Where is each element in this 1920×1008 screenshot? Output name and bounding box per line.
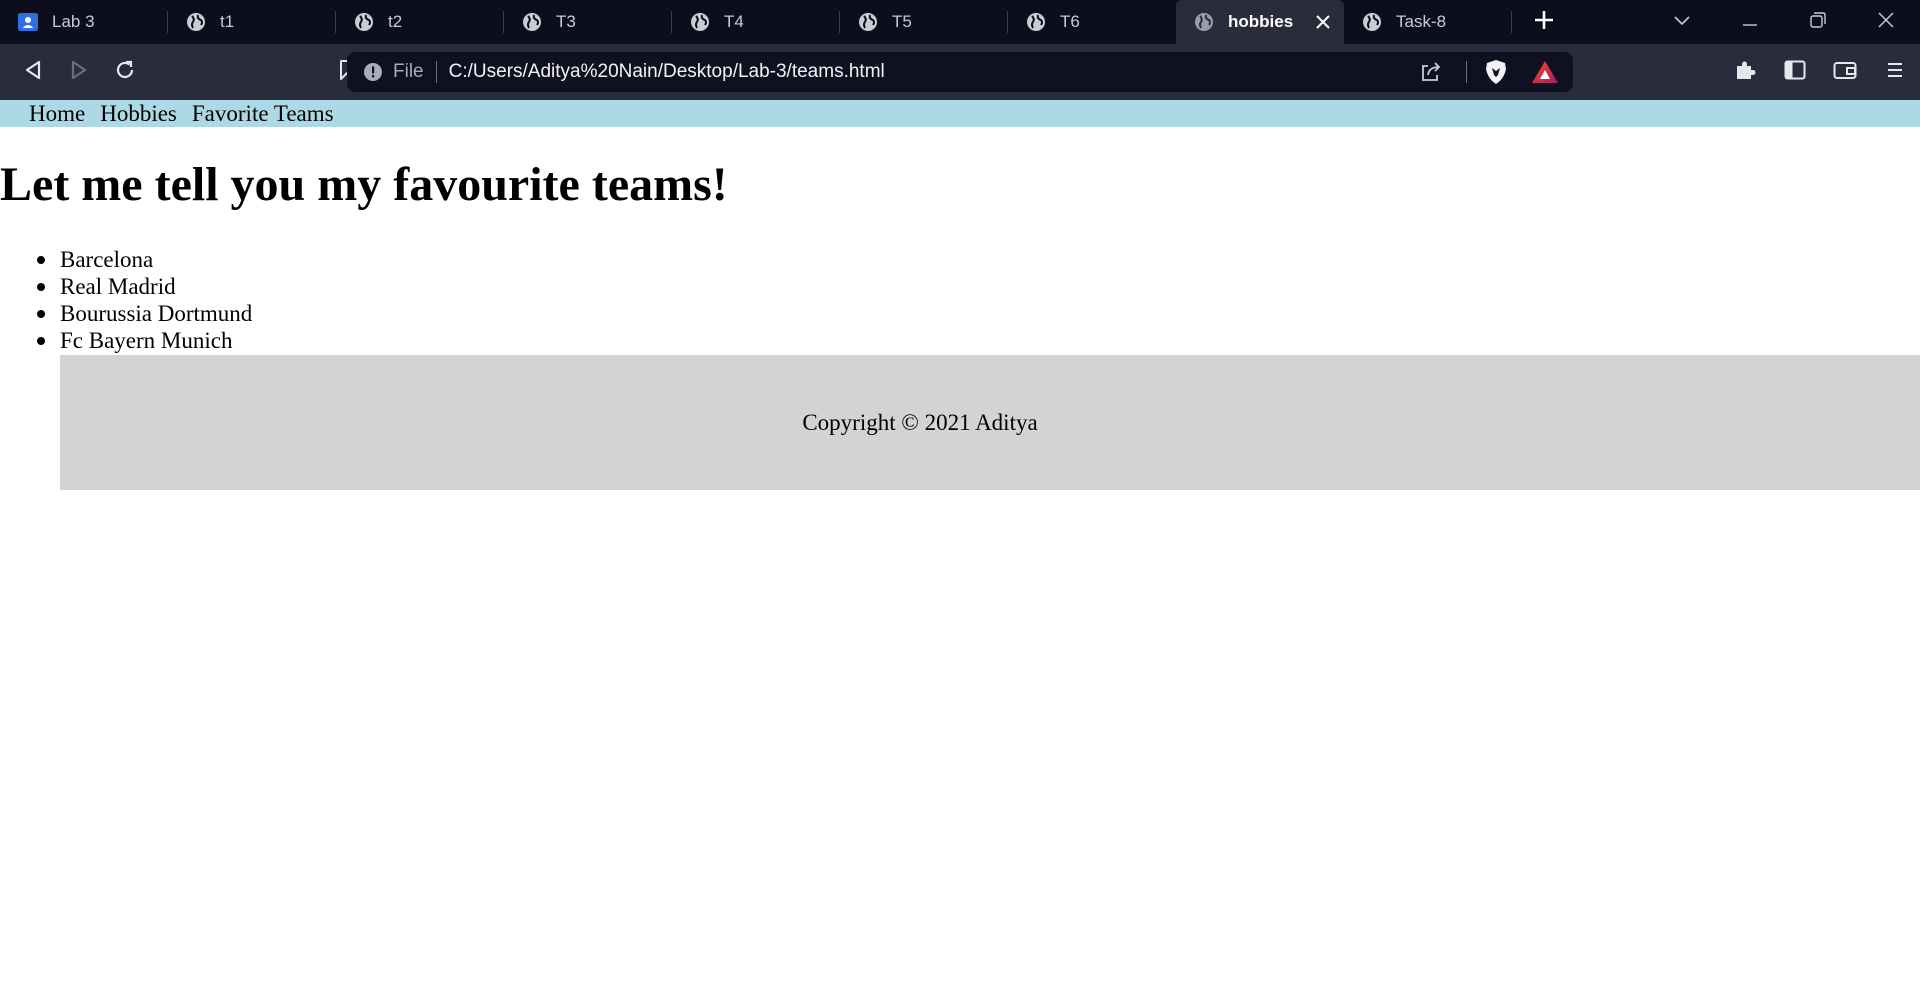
tab-title: T5 (892, 12, 912, 31)
tab-t6[interactable]: T6 (1008, 0, 1176, 44)
chevron-down-icon (1674, 13, 1690, 31)
brave-rewards-icon[interactable] (1531, 59, 1559, 85)
bullet-icon (37, 337, 45, 345)
share-icon[interactable] (1419, 60, 1443, 84)
bullet-icon (37, 283, 45, 291)
list-item: Bourussia Dortmund (0, 300, 252, 327)
window-controls (1648, 0, 1920, 44)
close-window-button[interactable] (1852, 0, 1920, 44)
reload-icon (114, 59, 136, 86)
team-name: Real Madrid (60, 274, 176, 299)
minimize-button[interactable] (1716, 0, 1784, 44)
globe-icon (354, 12, 374, 32)
page-heading: Let me tell you my favourite teams! (0, 158, 728, 211)
info-icon[interactable] (353, 62, 393, 82)
bullet-icon (37, 256, 45, 264)
restore-icon (1810, 11, 1826, 33)
nav-link-home[interactable]: Home (29, 100, 85, 127)
globe-icon (1194, 12, 1214, 32)
puzzle-icon (1734, 59, 1756, 86)
url-text[interactable]: C:/Users/Aditya%20Nain/Desktop/Lab-3/tea… (437, 61, 885, 83)
wallet-button[interactable] (1820, 49, 1870, 95)
forward-button[interactable] (56, 49, 102, 95)
classroom-icon (18, 12, 38, 32)
tab-title: hobbies (1228, 12, 1294, 31)
tab-t4[interactable]: T4 (672, 0, 840, 44)
address-bar[interactable]: File C:/Users/Aditya%20Nain/Desktop/Lab-… (347, 52, 1573, 92)
back-arrow-icon (24, 60, 42, 85)
tab-t5[interactable]: T5 (840, 0, 1008, 44)
divider (1465, 61, 1467, 83)
team-name: Bourussia Dortmund (60, 301, 253, 326)
site-nav: Home Hobbies Favorite Teams (0, 100, 1920, 127)
tab-lab-3[interactable]: Lab 3 (0, 0, 168, 44)
globe-icon (858, 12, 878, 32)
extensions-button[interactable] (1720, 49, 1770, 95)
tab-search-button[interactable] (1648, 0, 1716, 44)
reload-button[interactable] (102, 49, 148, 95)
tab-title: t2 (388, 12, 403, 31)
list-item: Barcelona (0, 246, 252, 273)
wallet-icon (1833, 60, 1857, 85)
tab-title: T3 (556, 12, 576, 31)
close-tab-icon[interactable] (1312, 11, 1334, 33)
globe-icon (1362, 12, 1382, 32)
tab-title: T6 (1060, 12, 1080, 31)
tab-title: Task-8 (1396, 12, 1447, 31)
team-name: Fc Bayern Munich (60, 328, 233, 353)
minimize-icon (1743, 13, 1757, 31)
close-icon (1878, 11, 1894, 33)
restore-button[interactable] (1784, 0, 1852, 44)
new-tab-button[interactable] (1512, 0, 1576, 44)
list-item: Real Madrid (0, 273, 252, 300)
team-list: Barcelona Real Madrid Bourussia Dortmund… (0, 246, 252, 354)
url-scheme-label: File (393, 61, 437, 83)
nav-link-hobbies[interactable]: Hobbies (100, 100, 177, 127)
team-name: Barcelona (60, 247, 154, 272)
forward-arrow-icon (70, 60, 88, 85)
tab-t1[interactable]: t1 (168, 0, 336, 44)
site-footer: Copyright © 2021 Aditya (60, 355, 1920, 490)
toolbar-right (1720, 49, 1920, 95)
browser-toolbar: File C:/Users/Aditya%20Nain/Desktop/Lab-… (0, 44, 1920, 100)
globe-icon (522, 12, 542, 32)
globe-icon (690, 12, 710, 32)
copyright-text: Copyright © 2021 Aditya (802, 409, 1038, 435)
tab-title: Lab 3 (52, 12, 95, 31)
web-page: Home Hobbies Favorite Teams Let me tell … (0, 100, 1920, 1008)
tab-task-8[interactable]: Task-8 (1344, 0, 1512, 44)
plus-icon (1534, 10, 1554, 35)
globe-icon (1026, 12, 1046, 32)
hamburger-menu-icon (1886, 61, 1904, 84)
sidebar-icon (1784, 60, 1806, 85)
bullet-icon (37, 310, 45, 318)
tab-hobbies[interactable]: hobbies (1176, 0, 1344, 44)
tab-title: T4 (724, 12, 744, 31)
tab-title: t1 (220, 12, 235, 31)
tab-t3[interactable]: T3 (504, 0, 672, 44)
brave-shields-icon[interactable] (1483, 59, 1509, 85)
globe-icon (186, 12, 206, 32)
tab-strip: Lab 3 t1 t2 T3 T4 T5 T6 hobbies Task-8 (0, 0, 1920, 44)
back-button[interactable] (10, 49, 56, 95)
tab-t2[interactable]: t2 (336, 0, 504, 44)
list-item: Fc Bayern Munich (0, 327, 252, 354)
sidebar-button[interactable] (1770, 49, 1820, 95)
menu-button[interactable] (1870, 49, 1920, 95)
nav-link-favorite-teams[interactable]: Favorite Teams (192, 100, 334, 127)
